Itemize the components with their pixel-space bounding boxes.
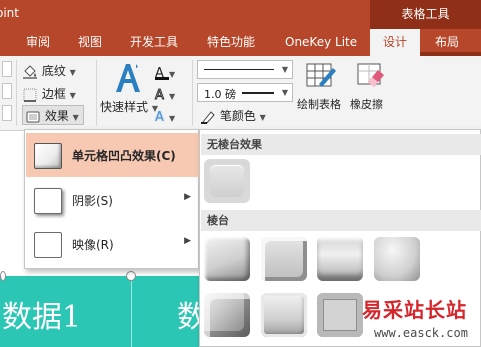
eraser-label: 橡皮擦 — [350, 98, 383, 111]
pen-weight-dropdown[interactable]: 1.0 磅 ▼ — [197, 83, 293, 102]
table-cell-divider — [131, 276, 132, 347]
effects-button[interactable]: 效果 ▼ — [25, 107, 79, 124]
tab-layout[interactable]: 布局 — [435, 29, 459, 56]
resize-handle[interactable] — [126, 271, 136, 281]
quick-styles-button[interactable]: 快速样式 ▼ — [100, 60, 158, 124]
chevron-down-icon: ▼ — [169, 92, 176, 101]
pen-color-button[interactable]: 笔颜色 ▼ — [200, 107, 266, 124]
menu-item-shadow[interactable]: 阴影(S) ▶ — [26, 178, 199, 222]
border-button[interactable]: 边框 ▼ — [22, 85, 76, 102]
text-outline-icon: A — [155, 88, 165, 104]
chevron-down-icon: ▼ — [281, 88, 288, 97]
quick-styles-label: 快速样式 — [100, 100, 149, 114]
text-fill-button[interactable]: A ▼ — [155, 62, 183, 81]
menu-item-label: 映像(R) — [72, 238, 114, 252]
bevel-option-convex[interactable] — [317, 293, 363, 337]
bevel-option-soft-round[interactable] — [261, 293, 307, 337]
chevron-down-icon: ▼ — [69, 91, 76, 100]
effects-icon — [26, 111, 40, 122]
draw-table-label: 绘制表格 — [297, 98, 341, 111]
ribbon-separator — [96, 60, 97, 126]
eraser-button[interactable]: 橡皮擦 — [350, 60, 392, 120]
border-grid-icon — [23, 88, 37, 102]
draw-table-icon — [306, 63, 336, 87]
chevron-right-icon: ▶ — [184, 192, 191, 202]
chevron-down-icon: ▼ — [259, 113, 266, 122]
tab-onekey-lite[interactable]: OneKey Lite — [285, 29, 357, 56]
paint-bucket-icon — [23, 64, 37, 79]
chevron-right-icon: ▶ — [184, 236, 191, 246]
watermark-text: 易采站长站 — [362, 298, 467, 322]
menu-item-reflection[interactable]: 映像(R) ▶ — [26, 222, 199, 266]
contextual-tab-group-label: 表格工具 — [370, 0, 481, 29]
resize-handle[interactable] — [0, 271, 6, 281]
bevel-option-angle[interactable] — [204, 293, 250, 337]
watermark-url: www.easck.com — [374, 326, 468, 340]
reflection-preview-icon — [34, 232, 62, 258]
shading-button[interactable]: 底纹 ▼ — [22, 62, 76, 79]
border-label: 边框 — [41, 87, 66, 101]
bevel-option-circle[interactable] — [204, 237, 250, 281]
wordart-a-icon — [116, 64, 140, 92]
draw-table-button[interactable]: 绘制表格 — [297, 60, 345, 120]
pen-style-dropdown[interactable]: ▼ — [197, 60, 293, 79]
menu-item-label: 阴影(S) — [72, 194, 113, 208]
no-bevel-option[interactable] — [204, 159, 250, 203]
effects-label: 效果 — [44, 109, 69, 123]
menu-item-label: 单元格凹凸效果(C) — [72, 149, 176, 163]
tab-view[interactable]: 视图 — [78, 29, 102, 56]
shadow-preview-icon — [34, 188, 62, 214]
gallery-section-header: 无棱台效果 — [201, 134, 481, 155]
eraser-icon — [357, 63, 384, 87]
bevel-option-cool-slant[interactable] — [374, 237, 420, 281]
pen-color-label: 笔颜色 — [219, 109, 256, 123]
table-cell-text[interactable]: 数据1 — [2, 292, 81, 336]
pen-weight-value: 1.0 磅 — [204, 88, 236, 101]
effects-dropdown-menu: 单元格凹凸效果(C) 阴影(S) ▶ 映像(R) ▶ — [24, 129, 199, 269]
text-effects-button[interactable]: A ▼ — [155, 106, 183, 125]
shading-label: 底纹 — [41, 64, 66, 78]
chevron-down-icon: ▼ — [169, 70, 176, 79]
bevel-option-relaxed-inset[interactable] — [261, 237, 307, 281]
ribbon-separator — [16, 60, 17, 126]
text-outline-button[interactable]: A ▼ — [155, 84, 183, 104]
menu-item-cell-bevel[interactable]: 单元格凹凸效果(C) — [26, 133, 199, 177]
pen-icon — [201, 110, 215, 124]
chevron-down-icon: ▼ — [169, 114, 176, 123]
bevel-preview-icon — [34, 143, 62, 169]
tab-developer[interactable]: 开发工具 — [130, 29, 178, 56]
tab-design[interactable]: 设计 — [370, 29, 420, 56]
text-effects-icon: A — [155, 110, 164, 125]
tab-review[interactable]: 审阅 — [26, 29, 50, 56]
chevron-down-icon: ▼ — [72, 113, 79, 122]
partial-style-options — [0, 61, 16, 121]
bevel-option-cross[interactable] — [317, 237, 363, 281]
chevron-down-icon: ▼ — [69, 68, 76, 77]
gallery-section-header: 棱台 — [201, 210, 481, 231]
ribbon-separator — [192, 60, 193, 126]
chevron-down-icon: ▼ — [281, 65, 288, 74]
app-title: oint — [0, 6, 19, 20]
tab-special-features[interactable]: 特色功能 — [207, 29, 255, 56]
